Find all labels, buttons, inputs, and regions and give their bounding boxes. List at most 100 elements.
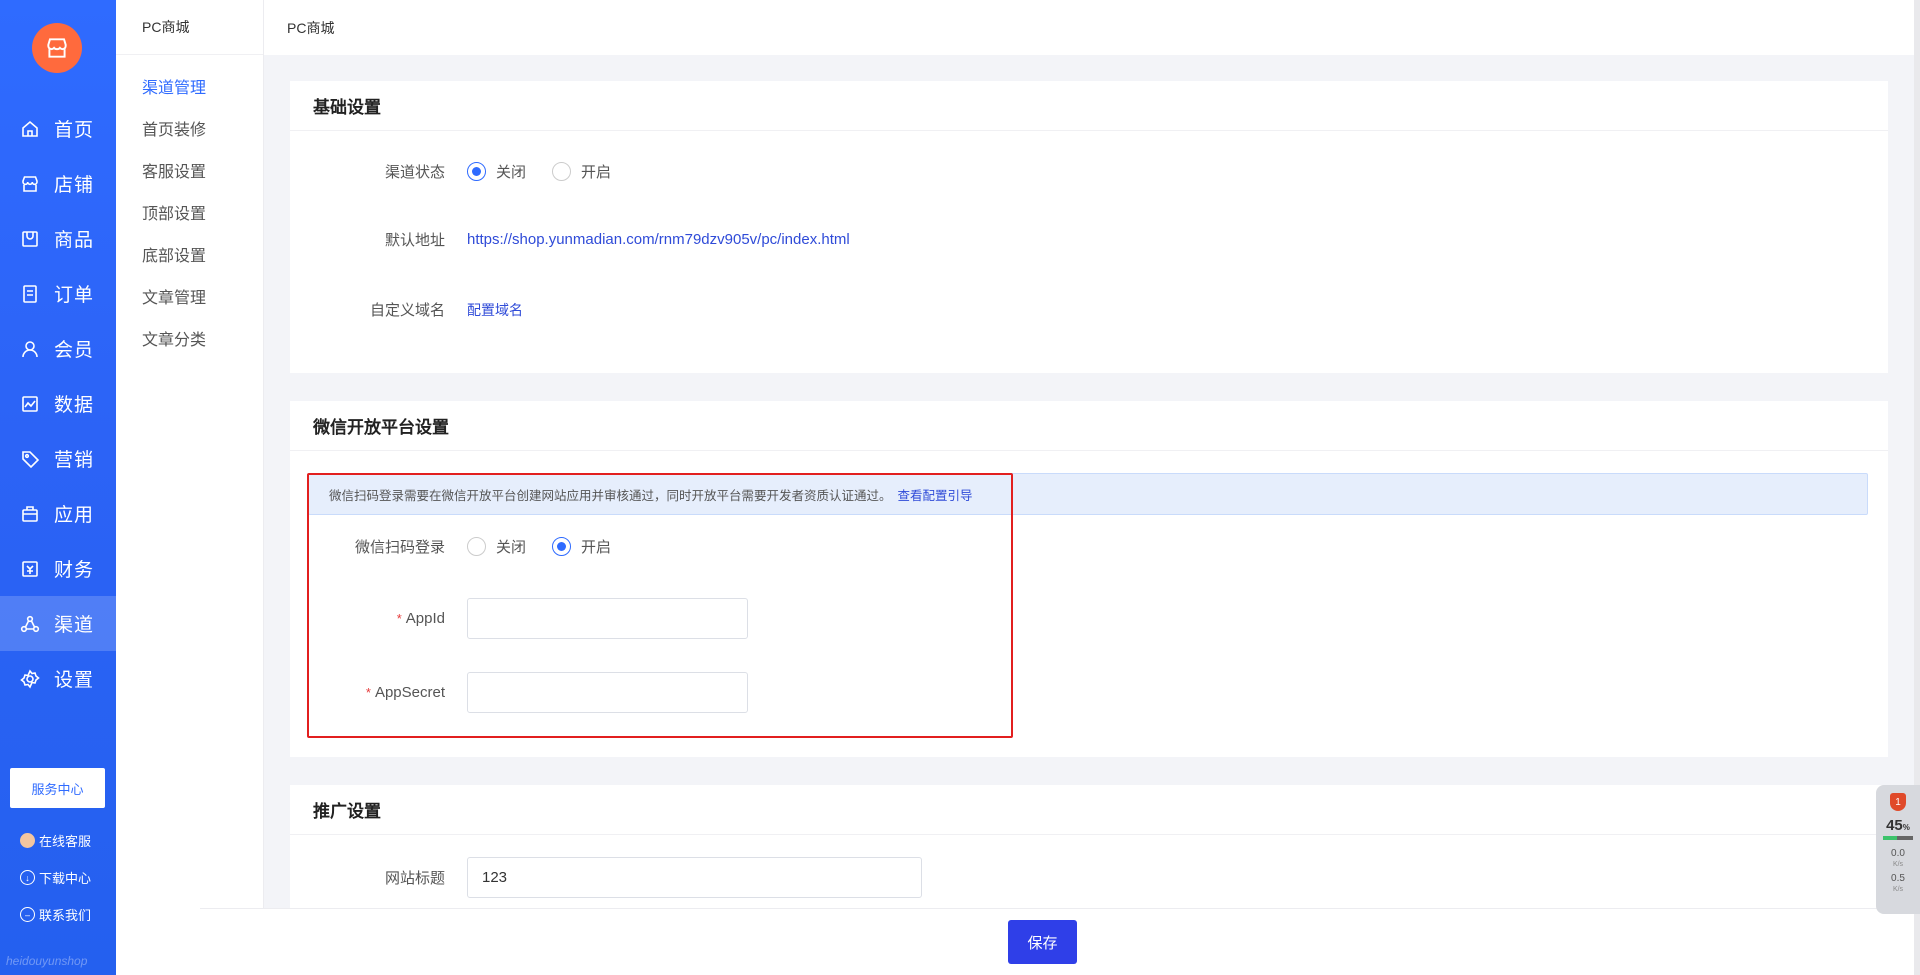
submenu-item-home-decor[interactable]: 首页装修 bbox=[116, 107, 263, 149]
nav-item-app[interactable]: 应用 bbox=[0, 486, 116, 541]
nav-item-data[interactable]: 数据 bbox=[0, 376, 116, 431]
settings-icon bbox=[20, 668, 40, 689]
field-label: * AppSecret bbox=[290, 684, 467, 701]
nav-label: 应用 bbox=[54, 505, 95, 526]
nav-item-channel[interactable]: 渠道 bbox=[0, 596, 116, 651]
logo-icon[interactable] bbox=[32, 23, 82, 73]
online-service-link[interactable]: 在线客服 bbox=[20, 831, 91, 850]
default-address-row: 默认地址 https://shop.yunmadian.com/rnm79dzv… bbox=[290, 229, 850, 250]
submenu-item-article-category[interactable]: 文章分类 bbox=[116, 317, 263, 359]
nav-item-member[interactable]: 会员 bbox=[0, 321, 116, 376]
download-center-link[interactable]: ↓ 下载中心 bbox=[20, 868, 91, 887]
site-title-input[interactable]: 123 bbox=[467, 857, 922, 898]
scan-login-row: 微信扫码登录 关闭 开启 bbox=[290, 536, 637, 557]
nav-item-settings[interactable]: 设置 bbox=[0, 651, 116, 706]
contact-us-label: 联系我们 bbox=[39, 908, 92, 923]
percent-value: 45 bbox=[1886, 817, 1903, 834]
required-mark: * bbox=[396, 611, 402, 626]
submenu-item-article-manage[interactable]: 文章管理 bbox=[116, 275, 263, 317]
nav-label: 营销 bbox=[54, 450, 95, 471]
chart-icon bbox=[20, 394, 40, 414]
speed-unit: K/s bbox=[1892, 886, 1904, 893]
nav-item-goods[interactable]: 商品 bbox=[0, 211, 116, 266]
top-bar: PC商城 bbox=[264, 0, 1914, 55]
breadcrumb: PC商城 bbox=[287, 19, 335, 36]
nav-label: 首页 bbox=[54, 120, 95, 141]
radio-label: 关闭 bbox=[496, 164, 527, 181]
card-title: 基础设置 bbox=[290, 81, 1888, 131]
default-address-link[interactable]: https://shop.yunmadian.com/rnm79dzv905v/… bbox=[467, 231, 850, 248]
download-speed: 0.5 K/s bbox=[1891, 873, 1905, 895]
main-nav: 首页 店铺 商品 订单 会员 数据 营销 应用 财务 渠道 设置 bbox=[0, 101, 116, 706]
status-off-radio[interactable]: 关闭 bbox=[467, 161, 526, 182]
nav-item-marketing[interactable]: 营销 bbox=[0, 431, 116, 486]
upload-value: 0.0 bbox=[1891, 848, 1905, 859]
card-title: 推广设置 bbox=[290, 785, 1888, 835]
home-icon bbox=[20, 119, 40, 139]
memory-bar-fill bbox=[1883, 836, 1897, 840]
required-mark: * bbox=[365, 685, 371, 700]
submenu-item-service-settings[interactable]: 客服设置 bbox=[116, 149, 263, 191]
nav-label: 会员 bbox=[54, 340, 95, 361]
appid-label: AppId bbox=[405, 610, 445, 627]
appsecret-row: * AppSecret bbox=[290, 672, 748, 713]
goods-icon bbox=[20, 229, 40, 249]
submenu-item-bottom-settings[interactable]: 底部设置 bbox=[116, 233, 263, 275]
scan-on-radio[interactable]: 开启 bbox=[552, 536, 611, 557]
app-icon bbox=[20, 504, 40, 524]
submenu-item-channel-manage[interactable]: 渠道管理 bbox=[116, 65, 263, 107]
custom-domain-row: 自定义域名 配置域名 bbox=[290, 299, 523, 320]
field-label: 网站标题 bbox=[384, 870, 445, 887]
scan-off-radio[interactable]: 关闭 bbox=[467, 536, 526, 557]
nav-label: 数据 bbox=[54, 395, 95, 416]
channel-status-row: 渠道状态 关闭 开启 bbox=[290, 161, 637, 182]
field-label: * AppId bbox=[290, 610, 467, 627]
radio-label: 关闭 bbox=[496, 539, 527, 556]
submenu-item-top-settings[interactable]: 顶部设置 bbox=[116, 191, 263, 233]
nav-label: 店铺 bbox=[54, 175, 95, 196]
appid-input[interactable] bbox=[467, 598, 748, 639]
nav-item-finance[interactable]: 财务 bbox=[0, 541, 116, 596]
nav-label: 商品 bbox=[54, 230, 95, 251]
configure-domain-link[interactable]: 配置域名 bbox=[467, 300, 523, 320]
avatar-icon bbox=[20, 833, 35, 848]
submenu-title: PC商城 bbox=[116, 0, 263, 55]
contact-icon: – bbox=[20, 907, 35, 922]
watermark: heidouyunshop bbox=[6, 954, 88, 968]
save-button[interactable]: 保存 bbox=[1008, 920, 1077, 964]
order-icon bbox=[20, 284, 40, 304]
sub-menu: PC商城 渠道管理 首页装修 客服设置 顶部设置 底部设置 文章管理 文章分类 bbox=[116, 0, 264, 975]
field-label: 自定义域名 bbox=[369, 302, 445, 319]
radio-circle bbox=[552, 537, 572, 556]
nav-item-store[interactable]: 店铺 bbox=[0, 156, 116, 211]
radio-circle bbox=[467, 537, 486, 556]
radio-label: 开启 bbox=[581, 164, 612, 181]
main-sidebar: 首页 店铺 商品 订单 会员 数据 营销 应用 财务 渠道 设置 服务中心 在线… bbox=[0, 0, 116, 975]
contact-us-link[interactable]: – 联系我们 bbox=[20, 905, 91, 924]
status-on-radio[interactable]: 开启 bbox=[552, 161, 611, 182]
nav-label: 渠道 bbox=[54, 615, 95, 636]
appsecret-input[interactable] bbox=[467, 672, 748, 713]
download-icon: ↓ bbox=[20, 870, 35, 885]
submenu-list: 渠道管理 首页装修 客服设置 顶部设置 底部设置 文章管理 文章分类 bbox=[116, 55, 263, 359]
field-label: 默认地址 bbox=[384, 232, 445, 249]
wechat-settings-card: 微信开放平台设置 微信扫码登录需要在微信开放平台创建网站应用并审核通过，同时开放… bbox=[290, 401, 1888, 757]
speed-unit: K/s bbox=[1892, 861, 1904, 868]
memory-bar bbox=[1883, 836, 1913, 840]
card-title: 微信开放平台设置 bbox=[290, 401, 1888, 451]
config-guide-link[interactable]: 查看配置引导 bbox=[898, 485, 973, 504]
system-monitor-widget[interactable]: 1 45% 0.0 K/s 0.5 K/s bbox=[1876, 785, 1920, 914]
info-notice: 微信扫码登录需要在微信开放平台创建网站应用并审核通过，同时开放平台需要开发者资质… bbox=[308, 473, 1868, 515]
member-icon bbox=[20, 339, 40, 359]
appid-row: * AppId bbox=[290, 598, 748, 639]
appsecret-label: AppSecret bbox=[374, 684, 445, 701]
finance-icon bbox=[20, 559, 40, 579]
service-center-button[interactable]: 服务中心 bbox=[10, 768, 105, 808]
nav-label: 财务 bbox=[54, 560, 95, 581]
nav-item-home[interactable]: 首页 bbox=[0, 101, 116, 156]
store-icon bbox=[20, 174, 40, 194]
percent-unit: % bbox=[1902, 823, 1910, 832]
notice-text: 微信扫码登录需要在微信开放平台创建网站应用并审核通过，同时开放平台需要开发者资质… bbox=[329, 488, 892, 503]
nav-item-order[interactable]: 订单 bbox=[0, 266, 116, 321]
download-value: 0.5 bbox=[1891, 873, 1905, 884]
